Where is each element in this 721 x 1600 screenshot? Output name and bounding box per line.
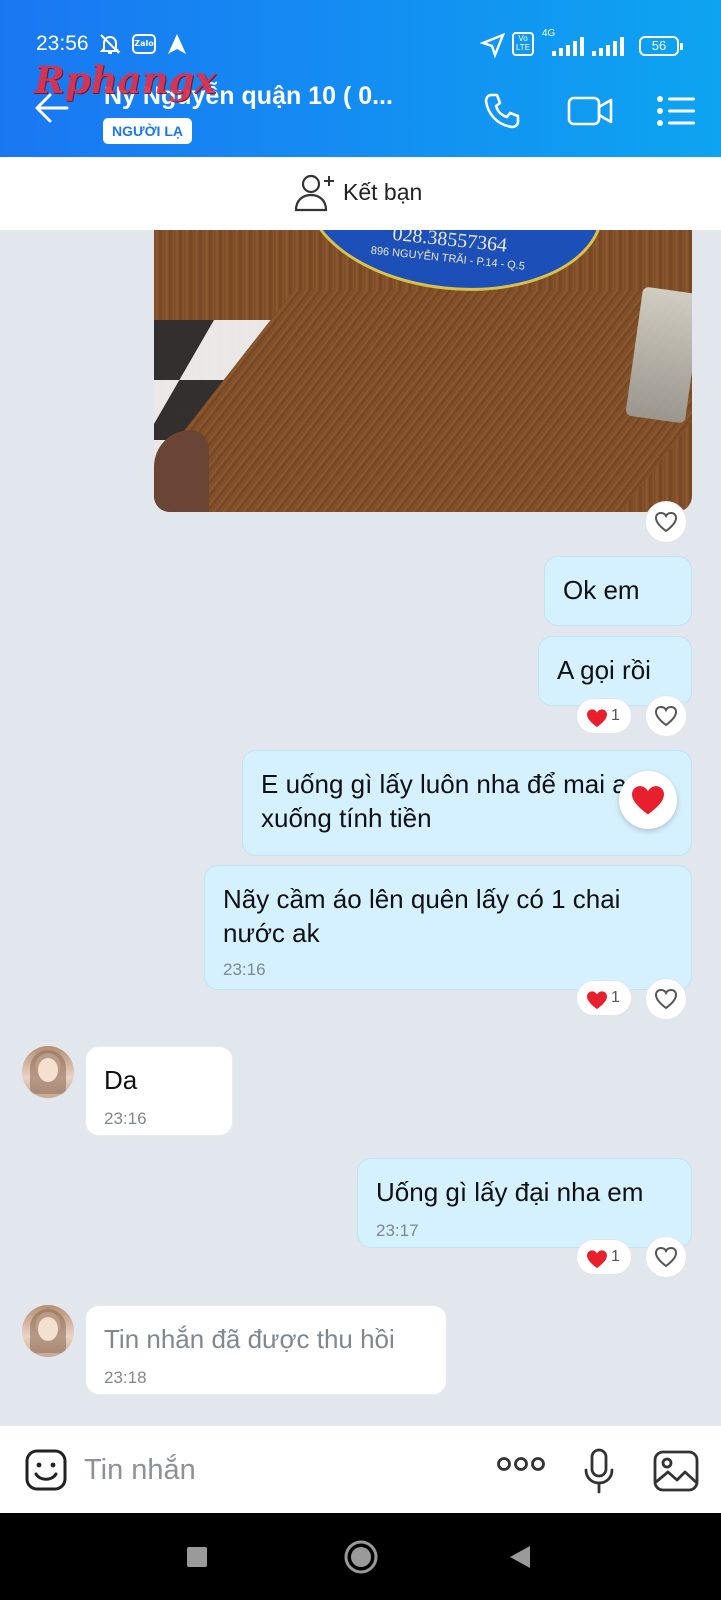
reaction-summary[interactable]: 1 bbox=[576, 980, 632, 1016]
status-time: 23:56 bbox=[36, 32, 89, 55]
volte-icon: Vo LTE bbox=[512, 32, 534, 56]
message-time: 23:16 bbox=[104, 1109, 147, 1128]
back-button-icon[interactable] bbox=[508, 1544, 532, 1574]
react-button[interactable] bbox=[645, 501, 687, 543]
add-person-icon bbox=[293, 172, 337, 218]
message-bubble[interactable]: Ok em bbox=[544, 556, 692, 626]
message-bubble[interactable]: Uống gì lấy đại nha em 23:17 bbox=[357, 1158, 692, 1248]
heart-icon bbox=[587, 991, 607, 1010]
phone-icon[interactable] bbox=[482, 91, 522, 135]
message-text-line: xuống tính tiền bbox=[261, 803, 432, 833]
heart-icon bbox=[587, 709, 607, 728]
heart-outline-icon bbox=[654, 988, 678, 1010]
chat-header: Ny Nguyễn quận 10 ( 0... Rphangx NGƯỜI L… bbox=[0, 58, 721, 157]
reaction-count: 1 bbox=[611, 1248, 620, 1265]
signal-icon bbox=[590, 36, 628, 62]
message-input[interactable] bbox=[84, 1448, 444, 1492]
photo-foot bbox=[154, 430, 209, 512]
heart-outline-icon bbox=[654, 705, 678, 727]
microphone-icon[interactable] bbox=[583, 1448, 615, 1498]
reaction-count: 1 bbox=[611, 707, 620, 724]
message-text: Ok em bbox=[563, 575, 640, 605]
stranger-badge: NGƯỜI LẠ bbox=[103, 118, 192, 144]
navigation-icon bbox=[166, 32, 188, 60]
message-time: 23:16 bbox=[223, 960, 266, 979]
top-bar: 23:56 Zalo Vo LTE 4G 56 Ny Nguyễn quận 1… bbox=[0, 0, 721, 157]
message-text: A gọi rồi bbox=[557, 655, 651, 685]
recalled-message-bubble[interactable]: Tin nhắn đã được thu hồi 23:18 bbox=[85, 1305, 447, 1395]
message-text-line: E uống gì lấy luôn nha để mai a bbox=[261, 769, 627, 799]
chat-title[interactable]: Ny Nguyễn quận 10 ( 0... bbox=[104, 82, 393, 111]
signal-icon bbox=[542, 36, 588, 62]
photo-message[interactable]: 028.38557364 896 NGUYỄN TRÃI - P.14 - Q.… bbox=[154, 230, 692, 512]
add-friend-label: Kết bạn bbox=[343, 179, 423, 205]
reaction-count: 1 bbox=[611, 989, 620, 1006]
heart-outline-icon bbox=[654, 511, 678, 533]
message-text: Da bbox=[104, 1065, 138, 1095]
message-text-line: nước ak bbox=[223, 918, 320, 948]
add-friend-bar[interactable]: Kết bạn bbox=[0, 157, 721, 230]
reaction-summary[interactable]: 1 bbox=[576, 698, 632, 734]
react-button[interactable] bbox=[645, 695, 687, 737]
system-nav-bar bbox=[0, 1513, 721, 1600]
heart-icon bbox=[587, 1250, 607, 1269]
message-composer bbox=[0, 1425, 721, 1513]
heart-outline-icon bbox=[654, 1246, 678, 1268]
heart-reaction-button[interactable] bbox=[619, 771, 677, 829]
avatar[interactable] bbox=[22, 1046, 74, 1098]
message-bubble[interactable]: Nãy cầm áo lên quên lấy có 1 chai nước a… bbox=[204, 865, 692, 990]
battery-icon: 56 bbox=[639, 36, 683, 56]
message-text: Tin nhắn đã được thu hồi bbox=[104, 1324, 395, 1354]
image-icon[interactable] bbox=[653, 1450, 699, 1496]
message-time: 23:17 bbox=[376, 1221, 419, 1240]
location-arrow-icon bbox=[479, 32, 506, 62]
emoji-icon[interactable] bbox=[24, 1448, 68, 1496]
message-text-line: Nãy cầm áo lên quên lấy có 1 chai bbox=[223, 884, 621, 914]
zalo-app-icon: Zalo bbox=[132, 34, 156, 54]
message-bubble[interactable]: Da 23:16 bbox=[85, 1046, 233, 1136]
home-button-icon[interactable] bbox=[343, 1539, 379, 1579]
status-bar: 23:56 Zalo Vo LTE 4G 56 bbox=[0, 28, 721, 64]
message-text: Uống gì lấy đại nha em bbox=[376, 1177, 644, 1207]
menu-list-icon[interactable] bbox=[656, 95, 696, 131]
heart-icon bbox=[632, 786, 664, 815]
video-call-icon[interactable] bbox=[566, 93, 614, 133]
recents-button-icon[interactable] bbox=[186, 1546, 208, 1572]
notifications-off-icon bbox=[98, 32, 122, 60]
back-arrow-icon[interactable] bbox=[34, 92, 70, 128]
react-button[interactable] bbox=[645, 1236, 687, 1278]
avatar[interactable] bbox=[22, 1305, 74, 1357]
react-button[interactable] bbox=[645, 978, 687, 1020]
reaction-summary[interactable]: 1 bbox=[576, 1239, 632, 1275]
more-dots-icon[interactable] bbox=[496, 1456, 546, 1476]
message-time: 23:18 bbox=[104, 1368, 147, 1387]
